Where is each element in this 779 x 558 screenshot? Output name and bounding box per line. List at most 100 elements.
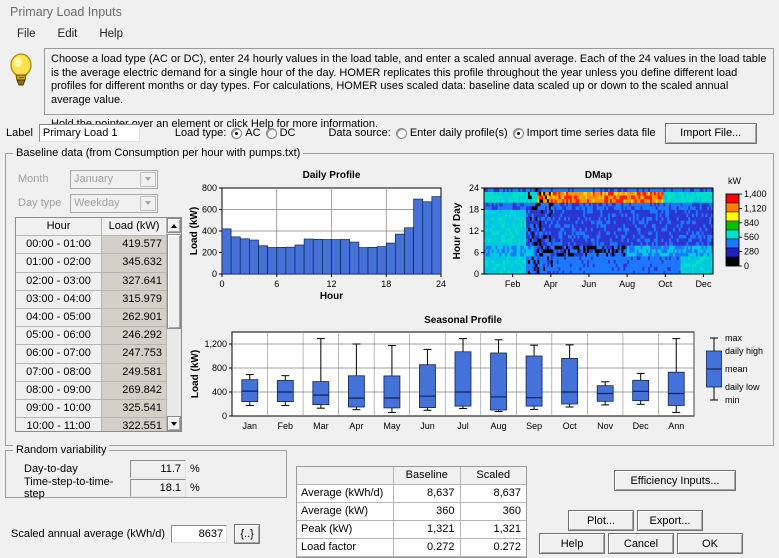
- cell-metric: Average (kWh/d): [297, 485, 394, 503]
- cell-baseline: 8,637: [394, 485, 461, 503]
- table-row[interactable]: 04:00 - 05:00 262.901: [16, 308, 166, 328]
- svg-text:Jan: Jan: [243, 421, 258, 431]
- table-row[interactable]: 08:00 - 09:00 269.842: [16, 381, 166, 400]
- svg-text:400: 400: [212, 387, 227, 397]
- svg-text:Feb: Feb: [505, 279, 521, 289]
- radio-load-type-ac[interactable]: AC: [231, 127, 261, 139]
- cancel-button[interactable]: Cancel: [608, 533, 674, 554]
- radio-load-type-dc[interactable]: DC: [265, 127, 296, 139]
- cell-load[interactable]: 262.901: [102, 308, 166, 328]
- hint-paragraph-1: Choose a load type (AC or DC), enter 24 …: [51, 53, 767, 106]
- summary-table: Baseline Scaled Average (kWh/d) 8,637 8,63…: [296, 466, 527, 558]
- svg-text:Aug: Aug: [491, 421, 507, 431]
- cell-load[interactable]: 247.753: [102, 345, 166, 364]
- hint-panel: Choose a load type (AC or DC), enter 24 …: [5, 48, 774, 130]
- ok-button[interactable]: OK: [677, 533, 743, 554]
- table-row[interactable]: 01:00 - 02:00 345.632: [16, 254, 166, 273]
- cell-load[interactable]: 249.581: [102, 363, 166, 382]
- table-row[interactable]: 10:00 - 11:00 322.551: [16, 418, 166, 431]
- timestep-value: 18.1: [159, 482, 181, 494]
- radio-dot-ac-icon: [231, 127, 243, 139]
- scaled-annual-expand-button[interactable]: {..}: [234, 524, 261, 544]
- hourly-table-scrollbar[interactable]: [166, 218, 181, 431]
- chevron-down-icon: [140, 171, 156, 187]
- menu-item-edit[interactable]: Edit: [49, 27, 87, 41]
- svg-text:0: 0: [212, 269, 217, 279]
- summary-header-scaled: Scaled: [460, 467, 526, 485]
- primary-load-inputs-window: Primary Load Inputs File Edit Help Choos…: [0, 0, 779, 558]
- table-row[interactable]: 07:00 - 08:00 249.581: [16, 363, 166, 382]
- radio-dot-dc-icon: [265, 127, 277, 139]
- import-file-button[interactable]: Import File...: [664, 122, 757, 144]
- efficiency-inputs-button[interactable]: Efficiency Inputs...: [614, 470, 736, 491]
- table-row: Average (kWh/d) 8,637 8,637: [297, 485, 526, 503]
- label-input[interactable]: Primary Load 1: [38, 124, 140, 142]
- cell-load[interactable]: 269.842: [102, 381, 166, 400]
- table-row[interactable]: 06:00 - 07:00 247.753: [16, 345, 166, 364]
- svg-text:Load (kW): Load (kW): [190, 350, 201, 398]
- cell-load[interactable]: 419.577: [102, 236, 166, 255]
- day-to-day-label: Day-to-day: [24, 463, 78, 475]
- column-header-hour: Hour: [16, 218, 102, 237]
- scroll-up-button[interactable]: [167, 218, 181, 233]
- svg-text:DMap: DMap: [585, 170, 612, 181]
- radio-label-ac: AC: [245, 127, 261, 139]
- data-source-caption: Data source:: [328, 127, 391, 139]
- scaled-annual-input[interactable]: 8637: [171, 525, 228, 543]
- cell-load[interactable]: 325.541: [102, 399, 166, 419]
- menu-item-file[interactable]: File: [8, 27, 45, 41]
- baseline-data-group: Baseline data (from Consumption per hour…: [5, 147, 774, 446]
- cell-load[interactable]: 345.632: [102, 254, 166, 273]
- daily-profile-chart: Daily Profile 0 200 400 600 800 0 6 12 18 24 Hour Lo…: [186, 166, 448, 306]
- cell-load[interactable]: 246.292: [102, 327, 166, 346]
- cell-hour: 09:00 - 10:00: [16, 399, 102, 419]
- radio-dot-daily-icon: [395, 127, 407, 139]
- cell-hour: 08:00 - 09:00: [16, 381, 102, 400]
- plot-button[interactable]: Plot...: [568, 510, 634, 531]
- table-row[interactable]: 00:00 - 01:00 419.577: [16, 236, 166, 255]
- scroll-down-button[interactable]: [167, 416, 181, 431]
- daytype-dropdown[interactable]: Weekday: [70, 193, 158, 213]
- menu-item-help[interactable]: Help: [90, 27, 132, 41]
- timestep-input[interactable]: 18.1: [130, 479, 186, 497]
- cell-hour: 00:00 - 01:00: [16, 236, 102, 255]
- svg-text:Load (kW): Load (kW): [189, 207, 200, 255]
- svg-text:560: 560: [744, 232, 759, 242]
- radio-label-dc: DC: [279, 127, 296, 139]
- radio-label-enter-daily: Enter daily profile(s): [409, 127, 508, 139]
- scrollbar-thumb[interactable]: [167, 234, 181, 329]
- table-row[interactable]: 05:00 - 06:00 246.292: [16, 327, 166, 346]
- cell-load[interactable]: 322.551: [102, 418, 166, 431]
- table-row[interactable]: 03:00 - 04:00 315.979: [16, 290, 166, 309]
- radio-dot-import-icon: [512, 127, 524, 139]
- svg-text:daily high: daily high: [725, 346, 763, 356]
- cell-load[interactable]: 315.979: [102, 290, 166, 309]
- cell-load[interactable]: 327.641: [102, 272, 166, 291]
- help-button[interactable]: Help: [539, 533, 605, 554]
- cell-scaled: 8,637: [460, 485, 526, 503]
- table-row[interactable]: 09:00 - 10:00 325.541: [16, 399, 166, 419]
- svg-text:Apr: Apr: [544, 279, 558, 289]
- radio-enter-daily-profiles[interactable]: Enter daily profile(s): [395, 127, 508, 139]
- cell-baseline: 1,321: [394, 521, 461, 539]
- table-row[interactable]: 02:00 - 03:00 327.641: [16, 272, 166, 291]
- random-variability-group: Random variability Day-to-day 11.7 % Tim…: [5, 444, 287, 500]
- cell-scaled: 360: [460, 503, 526, 521]
- radio-import-time-series[interactable]: Import time series data file: [512, 127, 656, 139]
- svg-text:0: 0: [222, 411, 227, 421]
- svg-text:12: 12: [326, 279, 336, 289]
- svg-text:18: 18: [469, 205, 479, 215]
- table-row: Load factor 0.272 0.272: [297, 539, 526, 557]
- day-to-day-input[interactable]: 11.7: [130, 460, 186, 478]
- cell-hour: 03:00 - 04:00: [16, 290, 102, 309]
- label-input-value: Primary Load 1: [42, 127, 118, 139]
- random-variability-title: Random variability: [13, 444, 110, 456]
- cell-hour: 10:00 - 11:00: [16, 418, 102, 431]
- cell-baseline: 360: [394, 503, 461, 521]
- svg-text:1,400: 1,400: [744, 189, 767, 199]
- hourly-load-table[interactable]: Hour Load (kW) 00:00 - 01:00 419.577 01:00 -…: [15, 217, 182, 432]
- svg-text:Aug: Aug: [619, 279, 635, 289]
- month-dropdown[interactable]: January: [70, 169, 158, 189]
- export-button[interactable]: Export...: [637, 510, 703, 531]
- svg-text:mean: mean: [725, 364, 748, 374]
